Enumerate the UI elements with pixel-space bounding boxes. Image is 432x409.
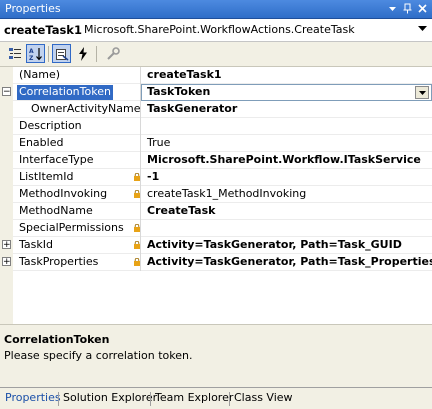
events-button[interactable] bbox=[73, 44, 92, 63]
description-text: Please specify a correlation token. bbox=[4, 349, 193, 362]
expand-icon[interactable]: + bbox=[2, 257, 11, 267]
title-bar: Properties bbox=[0, 0, 432, 19]
close-icon bbox=[418, 4, 427, 13]
property-row[interactable]: MethodName CreateTask bbox=[0, 203, 432, 220]
lock-icon bbox=[134, 258, 140, 266]
auto-hide-button[interactable] bbox=[401, 2, 414, 15]
property-name: ListItemId bbox=[19, 170, 74, 183]
property-row[interactable]: InterfaceType Microsoft.SharePoint.Workfl… bbox=[0, 152, 432, 169]
property-name: (Name) bbox=[19, 68, 61, 81]
property-row[interactable]: + TaskId Activity=TaskGenerator, Path=Task… bbox=[0, 237, 432, 254]
lock-icon bbox=[134, 241, 140, 249]
close-button[interactable] bbox=[416, 2, 429, 15]
object-selector[interactable]: createTask1 Microsoft.SharePoint.Workflo… bbox=[0, 19, 432, 42]
svg-text:A: A bbox=[29, 48, 34, 55]
property-row[interactable]: + TaskProperties Activity=TaskGenerator, P… bbox=[0, 254, 432, 271]
property-row[interactable]: Enabled True bbox=[0, 135, 432, 152]
lock-icon bbox=[134, 224, 140, 232]
object-name: createTask1 bbox=[4, 23, 82, 37]
property-name: CorrelationToken bbox=[17, 85, 113, 100]
description-pane: CorrelationToken Please specify a correl… bbox=[0, 324, 432, 387]
lightning-icon bbox=[78, 46, 87, 61]
property-pages-button[interactable] bbox=[103, 44, 122, 63]
pin-icon bbox=[403, 3, 412, 14]
property-value[interactable]: Microsoft.SharePoint.Workflow.ITaskServi… bbox=[147, 153, 421, 166]
property-row[interactable]: MethodInvoking createTask1_MethodInvoking bbox=[0, 186, 432, 203]
property-value[interactable]: CreateTask bbox=[147, 204, 215, 217]
property-name: OwnerActivityName bbox=[31, 102, 141, 115]
collapse-icon[interactable]: − bbox=[2, 87, 11, 97]
window-position-button[interactable] bbox=[386, 2, 399, 15]
value-dropdown-button[interactable] bbox=[415, 86, 429, 99]
property-row[interactable]: ListItemId -1 bbox=[0, 169, 432, 186]
toolbar: A Z bbox=[0, 42, 432, 67]
chevron-down-icon bbox=[418, 90, 426, 95]
property-value[interactable]: TaskToken bbox=[147, 85, 210, 98]
tab-properties[interactable]: Properties bbox=[5, 391, 61, 408]
property-value[interactable]: createTask1 bbox=[147, 68, 222, 81]
property-name: MethodInvoking bbox=[19, 187, 108, 200]
property-grid: (Name) createTask1 − CorrelationToken TaskTo… bbox=[0, 67, 432, 324]
svg-text:Z: Z bbox=[29, 55, 34, 61]
chevron-down-icon[interactable] bbox=[418, 26, 427, 32]
description-title: CorrelationToken bbox=[4, 333, 110, 346]
property-row[interactable]: (Name) createTask1 bbox=[0, 67, 432, 84]
categorized-icon bbox=[8, 47, 21, 59]
property-name: MethodName bbox=[19, 204, 93, 217]
property-value[interactable]: True bbox=[147, 136, 170, 149]
lock-icon bbox=[134, 173, 140, 181]
property-value[interactable]: Activity=TaskGenerator, Path=Task_GUID bbox=[147, 238, 402, 251]
dropdown-arrow-icon bbox=[389, 7, 396, 11]
object-type: Microsoft.SharePoint.WorkflowActions.Cre… bbox=[84, 23, 355, 36]
property-name: TaskId bbox=[19, 238, 53, 251]
alphabetical-button[interactable]: A Z bbox=[26, 44, 45, 63]
tab-class-view[interactable]: Class View bbox=[234, 391, 293, 408]
categorized-button[interactable] bbox=[5, 44, 24, 63]
property-row[interactable]: OwnerActivityName TaskGenerator bbox=[0, 101, 432, 118]
properties-icon bbox=[55, 48, 68, 61]
property-value[interactable]: Activity=TaskGenerator, Path=Task_Proper… bbox=[147, 255, 432, 268]
alphabetical-icon: A Z bbox=[29, 47, 42, 61]
property-row[interactable]: − CorrelationToken TaskToken bbox=[0, 84, 432, 101]
lock-icon bbox=[134, 190, 140, 198]
property-value[interactable]: createTask1_MethodInvoking bbox=[147, 187, 306, 200]
property-value[interactable]: -1 bbox=[147, 170, 159, 183]
property-value[interactable]: TaskGenerator bbox=[147, 102, 237, 115]
property-row[interactable]: SpecialPermissions bbox=[0, 220, 432, 237]
property-name: InterfaceType bbox=[19, 153, 94, 166]
property-name: Enabled bbox=[19, 136, 64, 149]
tab-solution-explorer[interactable]: Solution Explorer bbox=[63, 391, 157, 408]
properties-button[interactable] bbox=[52, 44, 71, 63]
property-row[interactable]: Description bbox=[0, 118, 432, 135]
wrench-icon bbox=[106, 46, 120, 60]
expand-icon[interactable]: + bbox=[2, 240, 11, 250]
property-name: TaskProperties bbox=[19, 255, 99, 268]
tab-team-explorer[interactable]: Team Explorer bbox=[155, 391, 233, 408]
window-title: Properties bbox=[5, 2, 61, 15]
tab-strip: Properties Solution Explorer Team Explor… bbox=[0, 387, 432, 409]
property-name: SpecialPermissions bbox=[19, 221, 124, 234]
property-name: Description bbox=[19, 119, 82, 132]
